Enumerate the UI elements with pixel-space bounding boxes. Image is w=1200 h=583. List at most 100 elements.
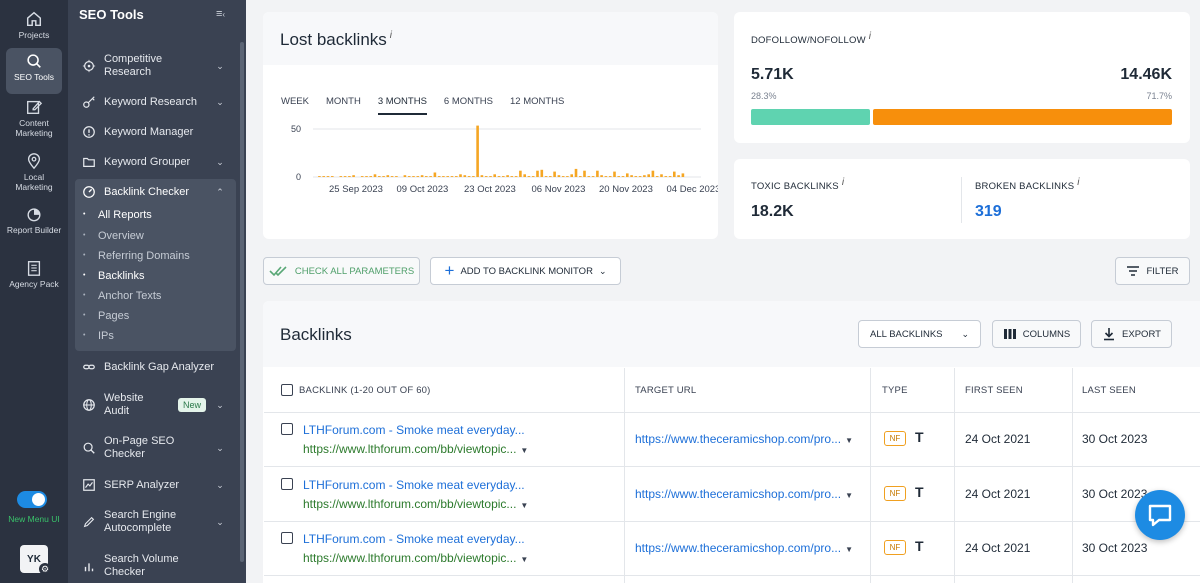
check-all-parameters-button[interactable]: CHECK ALL PARAMETERS (263, 257, 420, 285)
column-header-backlink[interactable]: BACKLINK (1-20 OUT OF 60) (299, 385, 431, 396)
caret-down-icon[interactable]: ▼ (520, 501, 528, 510)
sidebar-subitem-backlinks[interactable]: Backlinks (83, 270, 144, 282)
rail-item-agency-pack[interactable]: Agency Pack (6, 255, 62, 301)
chart-bar[interactable] (600, 175, 603, 177)
chart-bar[interactable] (531, 176, 535, 177)
chart-bar[interactable] (343, 176, 347, 177)
chart-bar[interactable] (326, 176, 330, 177)
select-all-checkbox[interactable] (281, 384, 293, 396)
chart-bar[interactable] (484, 176, 488, 177)
chart-bar[interactable] (596, 170, 599, 177)
chart-bar[interactable] (493, 174, 496, 177)
backlink-title-link[interactable]: LTHForum.com - Smoke meat everyday... (303, 532, 525, 546)
backlink-url-link[interactable]: https://www.lthforum.com/bb/viewtopic...… (303, 442, 528, 456)
chart-bar[interactable] (352, 175, 355, 177)
chart-bar[interactable] (613, 171, 616, 177)
chart-bar[interactable] (425, 176, 428, 177)
filter-button[interactable]: FILTER (1115, 257, 1190, 285)
chart-bar[interactable] (681, 173, 685, 177)
chart-bar[interactable] (378, 176, 381, 177)
sidebar-item-on-page-seo-checker[interactable]: On-Page SEO Checker ⌄ (75, 434, 235, 462)
sidebar-subitem-referring-domains[interactable]: Referring Domains (83, 250, 190, 262)
tab-month[interactable]: MONTH (326, 96, 361, 115)
backlink-url-link[interactable]: https://www.lthforum.com/bb/viewtopic...… (303, 551, 528, 565)
chart-bar[interactable] (467, 176, 471, 177)
column-header-first-seen[interactable]: FIRST SEEN (965, 385, 1023, 396)
chart-bar[interactable] (403, 175, 407, 177)
rail-item-seo-tools[interactable]: SEO Tools (6, 48, 62, 94)
chart-bar[interactable] (677, 175, 680, 177)
chart-bar[interactable] (536, 170, 539, 177)
chart-bar[interactable] (365, 176, 368, 177)
chart-bar[interactable] (510, 176, 514, 177)
chart-bar[interactable] (450, 176, 454, 177)
column-header-type[interactable]: TYPE (882, 385, 908, 396)
info-icon[interactable]: i (390, 30, 392, 41)
caret-down-icon[interactable]: ▼ (520, 555, 528, 564)
new-menu-toggle[interactable] (17, 491, 47, 508)
chart-bar[interactable] (322, 176, 325, 177)
chart-bar[interactable] (497, 176, 501, 177)
chart-bar[interactable] (348, 176, 351, 177)
row-checkbox[interactable] (281, 478, 293, 490)
chart-bar[interactable] (651, 170, 655, 177)
chart-bar[interactable] (412, 176, 415, 177)
column-header-target-url[interactable]: TARGET URL (635, 385, 696, 396)
export-button[interactable]: EXPORT (1091, 320, 1172, 348)
sidebar-item-search-volume-checker[interactable]: Search Volume Checker (75, 552, 235, 580)
chart-bar[interactable] (395, 176, 398, 177)
sidebar-subitem-ips[interactable]: IPs (83, 330, 114, 342)
sidebar-item-keyword-grouper[interactable]: Keyword Grouper ⌄ (75, 154, 235, 170)
chart-bar[interactable] (514, 176, 518, 177)
sidebar-item-backlink-checker[interactable]: Backlink Checker ⌃ (75, 184, 235, 200)
add-to-backlink-monitor-button[interactable]: + ADD TO BACKLINK MONITOR ⌄ (430, 257, 621, 285)
chart-bar[interactable] (587, 176, 591, 177)
info-icon[interactable]: i (869, 31, 871, 42)
chart-bar[interactable] (442, 176, 445, 177)
tab-6-months[interactable]: 6 MONTHS (444, 96, 493, 115)
chart-bar[interactable] (519, 170, 522, 177)
target-url-link[interactable]: https://www.theceramicshop.com/pro... ▼ (635, 432, 853, 446)
chart-bar[interactable] (331, 176, 334, 177)
chart-bar[interactable] (472, 176, 475, 177)
chart-bar[interactable] (480, 175, 484, 177)
chart-bar[interactable] (557, 175, 561, 177)
chart-bar[interactable] (382, 176, 385, 177)
sidebar-subitem-anchor-texts[interactable]: Anchor Texts (83, 290, 161, 302)
chart-bar[interactable] (634, 176, 638, 177)
chart-bar[interactable] (360, 176, 364, 177)
caret-down-icon[interactable]: ▼ (845, 491, 853, 500)
gear-icon[interactable]: ⚙ (39, 563, 51, 575)
chart-bar[interactable] (626, 173, 629, 177)
chart-bar[interactable] (668, 176, 672, 177)
sidebar-item-keyword-manager[interactable]: Keyword Manager (75, 124, 235, 140)
chart-bar[interactable] (318, 176, 321, 177)
tab-week[interactable]: WEEK (281, 96, 309, 115)
chart-bar[interactable] (390, 176, 394, 177)
chart-bar[interactable] (489, 176, 492, 177)
sidebar-subitem-overview[interactable]: Overview (83, 230, 144, 242)
chart-bar[interactable] (561, 176, 565, 177)
chart-bar[interactable] (527, 176, 531, 177)
chart-bar[interactable] (638, 176, 642, 177)
chart-bar[interactable] (664, 176, 668, 177)
chart-bar[interactable] (373, 174, 377, 177)
chart-bar[interactable] (433, 172, 437, 178)
chart-bar[interactable] (608, 176, 612, 177)
chart-bar[interactable] (591, 176, 595, 177)
chart-bar[interactable] (553, 171, 556, 177)
target-url-link[interactable]: https://www.theceramicshop.com/pro... ▼ (635, 487, 853, 501)
caret-down-icon[interactable]: ▼ (520, 446, 528, 455)
sidebar-item-backlink-gap-analyzer[interactable]: Backlink Gap Analyzer (75, 359, 235, 375)
caret-down-icon[interactable]: ▼ (845, 436, 853, 445)
columns-button[interactable]: COLUMNS (992, 320, 1081, 348)
sidebar-item-keyword-research[interactable]: Keyword Research ⌄ (75, 94, 235, 110)
info-icon[interactable]: i (1077, 177, 1079, 188)
chart-bar[interactable] (339, 176, 343, 177)
chart-bar[interactable] (630, 175, 633, 177)
chart-bar[interactable] (476, 125, 479, 177)
chart-bar[interactable] (446, 176, 449, 177)
chart-bar[interactable] (583, 170, 586, 177)
chart-bar[interactable] (643, 175, 646, 177)
chart-bar[interactable] (506, 175, 509, 177)
